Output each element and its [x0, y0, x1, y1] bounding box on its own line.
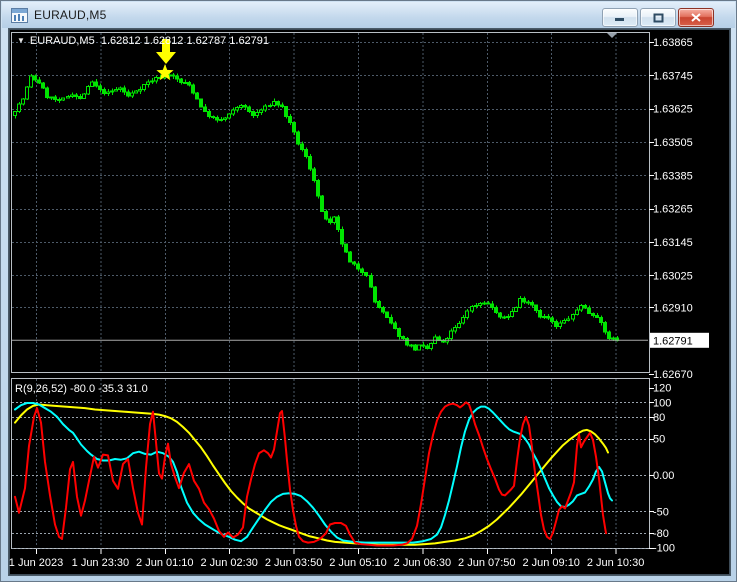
time-axis-label: 2 Jun 03:50	[265, 557, 323, 569]
time-axis-label: 2 Jun 09:10	[522, 557, 580, 569]
price-axis-label: 1.63505	[653, 137, 693, 149]
minimize-icon	[615, 18, 624, 21]
indicator-scale-label: -100	[653, 543, 675, 555]
close-icon	[691, 13, 701, 22]
price-axis-label: 1.63745	[653, 70, 693, 82]
indicator-scale-label: -50	[653, 506, 669, 518]
price-axis-label: 1.62670	[653, 369, 693, 381]
indicator-scale-label: 80	[653, 412, 665, 424]
time-axis-label: 2 Jun 10:30	[587, 557, 645, 569]
price-axis-label: 1.63385	[653, 170, 693, 182]
time-axis-label: 2 Jun 01:10	[136, 557, 194, 569]
price-axis-label: 1.63865	[653, 37, 693, 49]
indicator-scale-label: 100	[653, 397, 671, 409]
time-axis-label: 2 Jun 05:10	[329, 557, 387, 569]
close-button[interactable]	[678, 8, 714, 27]
restore-icon	[653, 13, 663, 22]
restore-button[interactable]	[640, 8, 676, 27]
chart-icon	[11, 7, 28, 23]
current-price-label: 1.62791	[653, 335, 693, 347]
chart-window: EURAUD,M5 1.62791 1.63865 1.63745 1.63625 1.…	[0, 0, 737, 582]
time-axis-label: 2 Jun 07:50	[458, 557, 516, 569]
indicator-panel[interactable]	[11, 378, 650, 549]
time-axis-label: 2 Jun 06:30	[394, 557, 452, 569]
time-axis-label: 1 Jun 2023	[9, 557, 63, 569]
price-chart-canvas[interactable]: 1.62791 1.63865 1.63745 1.63625 1.63505 1.633…	[9, 29, 730, 575]
chart-client-area: 1.62791 1.63865 1.63745 1.63625 1.63505 1.633…	[8, 28, 731, 576]
indicator-scale-label: 0.00	[653, 470, 674, 482]
time-axis-label: 2 Jun 02:30	[200, 557, 258, 569]
price-axis-label: 1.63025	[653, 270, 693, 282]
price-axis-label: 1.62910	[653, 302, 693, 314]
price-axis-label: 1.63145	[653, 237, 693, 249]
indicator-scale-label: 120	[653, 383, 671, 395]
indicator-scale-label: -80	[653, 528, 669, 540]
time-axis-label: 1 Jun 23:30	[72, 557, 130, 569]
title-bar[interactable]: EURAUD,M5	[2, 2, 735, 28]
indicator-scale-label: 50	[653, 434, 665, 446]
price-axis-label: 1.63265	[653, 204, 693, 216]
price-axis-label: 1.63625	[653, 104, 693, 116]
window-title: EURAUD,M5	[34, 8, 107, 22]
minimize-button[interactable]	[602, 8, 638, 27]
